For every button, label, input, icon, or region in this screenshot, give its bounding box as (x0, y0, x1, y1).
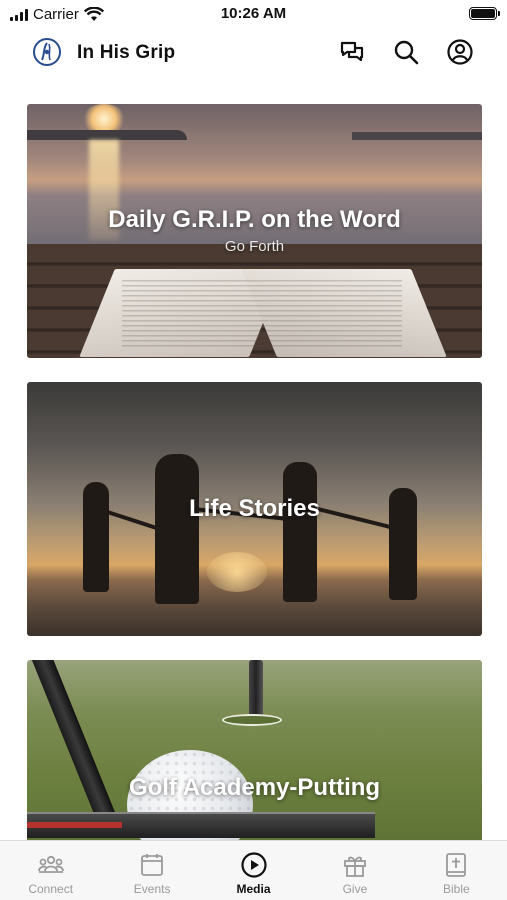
tab-bar: Connect Events Media Give Bible (0, 840, 507, 900)
tab-media[interactable]: Media (203, 841, 304, 900)
tab-label: Events (133, 882, 171, 896)
tab-give[interactable]: Give (304, 841, 405, 900)
app-header: In His Grip (0, 30, 507, 76)
status-bar: Carrier 10:26 AM (0, 0, 507, 30)
profile-icon[interactable] (446, 38, 474, 66)
card-subtitle: Go Forth (224, 238, 285, 255)
logo-icon[interactable] (33, 38, 61, 66)
people-icon (37, 855, 64, 873)
chat-icon[interactable] (338, 38, 366, 66)
calendar-icon (141, 854, 164, 876)
card-image (27, 660, 482, 840)
tab-label: Media (236, 882, 271, 896)
app-title: In His Grip (77, 42, 176, 63)
battery-icon (469, 7, 500, 20)
media-feed[interactable]: Daily G.R.I.P. on the Word Go Forth Life… (27, 104, 482, 840)
status-time: 10:26 AM (220, 5, 287, 22)
bible-icon (446, 853, 467, 877)
card-title: Life Stories (189, 495, 320, 522)
media-card-life-stories[interactable]: Life Stories (27, 382, 482, 636)
tab-label: Connect (28, 882, 74, 896)
tab-bible[interactable]: Bible (406, 841, 507, 900)
search-icon[interactable] (392, 38, 420, 66)
tab-label: Bible (442, 882, 470, 896)
media-card-golf-academy[interactable]: Golf Academy-Putting (27, 660, 482, 840)
tab-label: Give (342, 882, 368, 896)
tab-events[interactable]: Events (101, 841, 202, 900)
tab-connect[interactable]: Connect (0, 841, 101, 900)
play-icon (240, 852, 267, 878)
card-title: Daily G.R.I.P. on the Word (108, 206, 401, 233)
media-card-daily-grip[interactable]: Daily G.R.I.P. on the Word Go Forth (27, 104, 482, 358)
card-title: Golf Academy-Putting (128, 774, 381, 801)
gift-icon (344, 856, 366, 877)
